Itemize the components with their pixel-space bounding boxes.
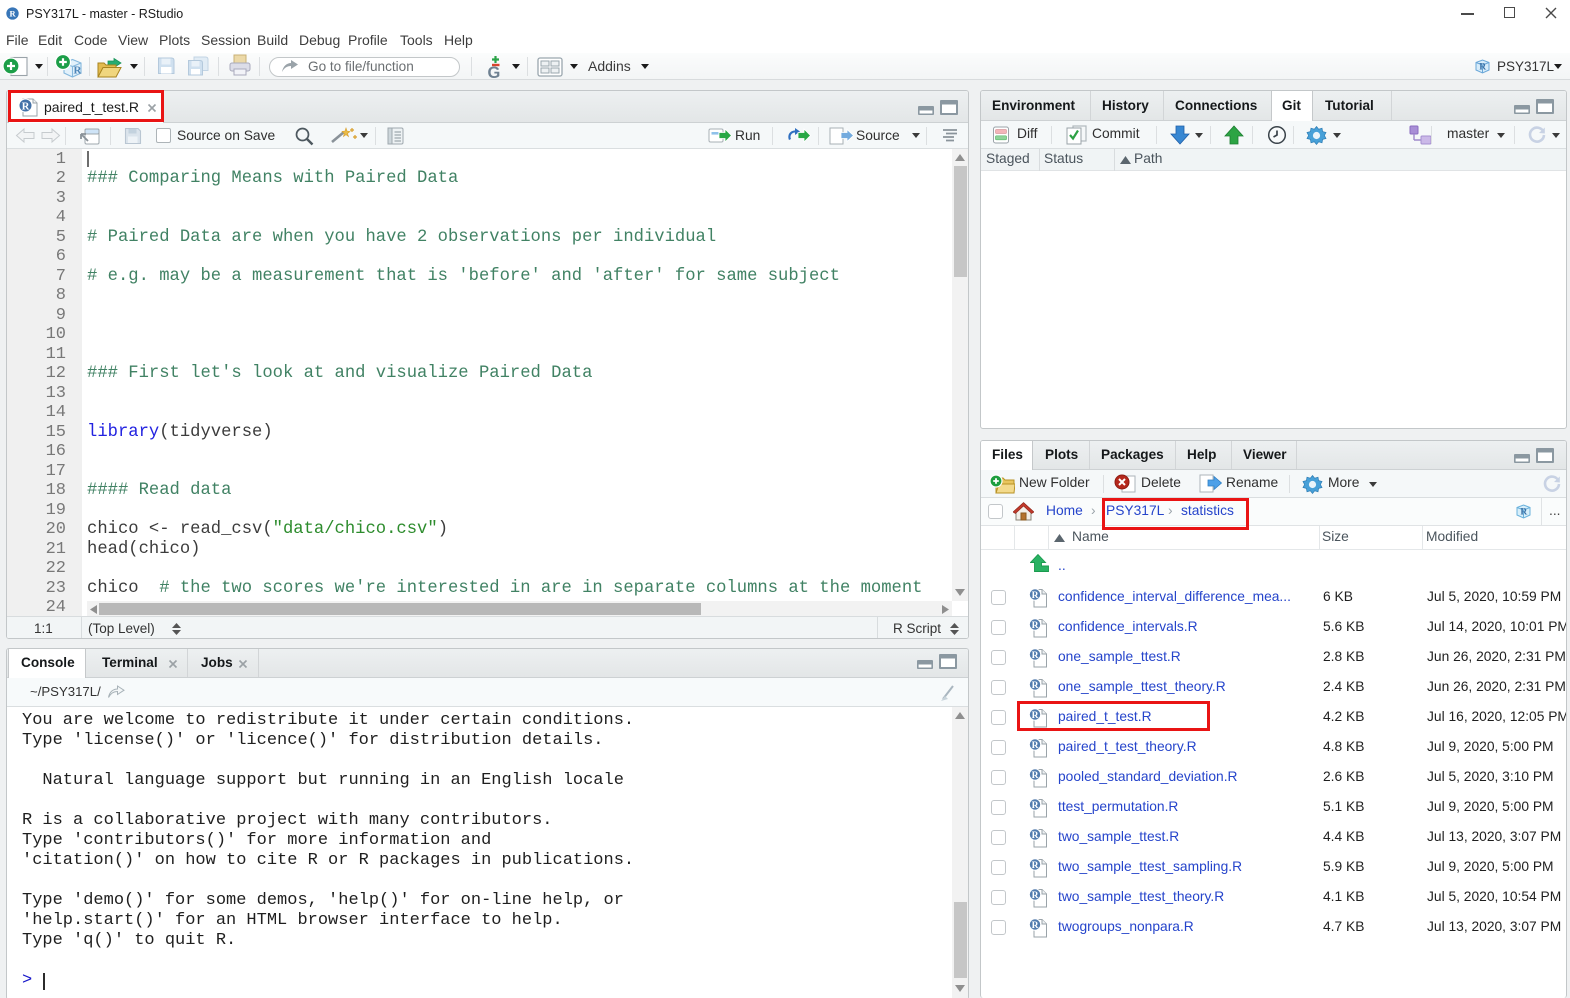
svg-text:R: R [1032, 861, 1039, 871]
svg-text:R: R [1032, 681, 1039, 691]
svg-text:R: R [1479, 63, 1486, 73]
svg-text:R: R [1032, 831, 1039, 841]
svg-text:R: R [1032, 741, 1039, 751]
svg-text:R: R [1032, 891, 1039, 901]
svg-text:R: R [9, 8, 16, 18]
svg-text:R: R [1032, 621, 1039, 631]
svg-text:R: R [74, 65, 83, 77]
svg-text:R: R [1032, 651, 1039, 661]
svg-text:G: G [488, 64, 501, 79]
svg-text:R: R [1032, 771, 1039, 781]
svg-text:R: R [1032, 921, 1039, 931]
svg-text:R: R [1032, 591, 1039, 601]
svg-text:R: R [1520, 508, 1527, 518]
svg-text:R: R [1032, 801, 1039, 811]
